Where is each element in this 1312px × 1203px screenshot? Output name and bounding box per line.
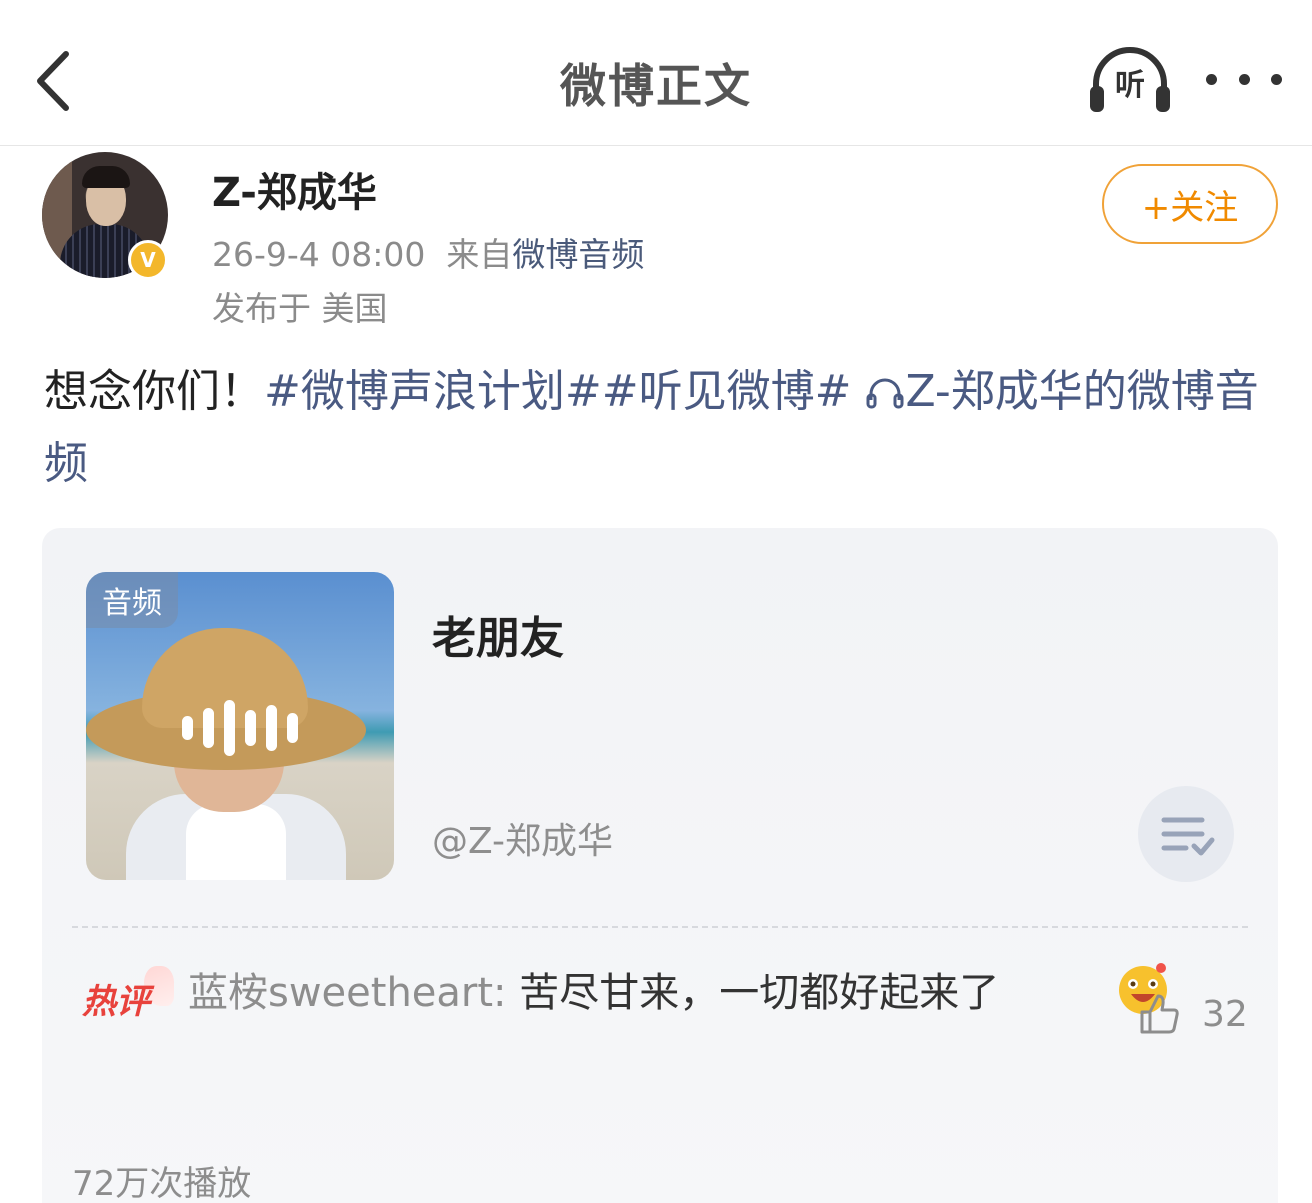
source-link[interactable]: 微博音频 bbox=[512, 235, 644, 274]
card-divider bbox=[72, 926, 1248, 928]
audio-cover[interactable]: 音频 bbox=[86, 572, 394, 880]
play-count: 72万次播放 bbox=[72, 1164, 252, 1203]
headphones-icon bbox=[866, 378, 904, 409]
laughing-emoji-icon bbox=[999, 960, 1168, 1016]
verified-badge-icon: V bbox=[128, 240, 168, 280]
comment-text: 苦尽甘来，一切都好起来了 bbox=[506, 970, 1000, 1016]
top-navbar: 微博正文 听 bbox=[0, 0, 1312, 146]
post-meta: 26-9-4 08:00 来自微博音频 bbox=[212, 228, 644, 276]
playlist-check-icon bbox=[1161, 817, 1215, 856]
hot-comment[interactable]: 蓝桉sweetheart: 苦尽甘来，一切都好起来了 bbox=[72, 958, 1168, 1028]
like-count: 32 bbox=[1202, 993, 1248, 1035]
topic-link[interactable]: #听见微博# bbox=[602, 366, 852, 417]
dot-icon bbox=[1206, 73, 1217, 85]
dot-icon bbox=[1271, 73, 1282, 85]
track-title[interactable]: 老朋友 bbox=[432, 602, 564, 666]
post-location: 发布于 美国 bbox=[212, 289, 388, 328]
post-text: 想念你们！#微博声浪计划##听见微博# Z-郑成华的微博音频 bbox=[44, 356, 1284, 500]
like-button[interactable]: 32 bbox=[1138, 990, 1248, 1038]
audio-tag: 音频 bbox=[86, 572, 178, 628]
dot-icon bbox=[1238, 73, 1250, 85]
listen-button[interactable]: 听 bbox=[1086, 44, 1174, 116]
track-artist[interactable]: @Z-郑成华 bbox=[432, 812, 613, 864]
post-date: 26-9-4 08:00 bbox=[212, 235, 426, 274]
thumbs-up-icon bbox=[1140, 994, 1179, 1034]
add-to-playlist-button[interactable] bbox=[1138, 786, 1234, 882]
audio-card[interactable]: 音频 老朋友 @Z-郑成华 热评 蓝桉sweetheart: 苦尽甘来，一切都好… bbox=[42, 528, 1278, 1203]
post-body: 想念你们！ bbox=[44, 366, 264, 417]
follow-button[interactable]: +关注 bbox=[1102, 164, 1278, 244]
comment-user[interactable]: 蓝桉sweetheart: bbox=[188, 970, 507, 1016]
audio-wave-icon bbox=[182, 700, 298, 756]
author-name[interactable]: Z-郑成华 bbox=[212, 160, 377, 218]
source-prefix: 来自 bbox=[446, 235, 513, 274]
listen-label: 听 bbox=[1115, 68, 1145, 103]
more-options-button[interactable] bbox=[1206, 62, 1282, 96]
topic-link[interactable]: #微博声浪计划# bbox=[264, 366, 602, 417]
